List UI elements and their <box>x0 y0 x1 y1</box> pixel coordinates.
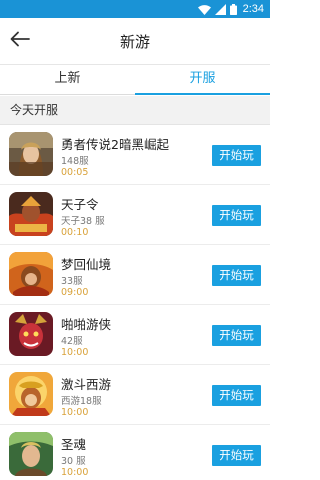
play-button[interactable]: 开始玩 <box>212 325 261 346</box>
game-name: 圣魂 <box>61 437 87 452</box>
game-name: 勇者传说2暗黑崛起 <box>61 137 169 152</box>
game-name: 梦回仙境 <box>61 257 112 272</box>
elf-warrior-icon <box>9 432 53 476</box>
app-bar: 新游 <box>0 18 270 64</box>
game-open-time: 10:00 <box>61 407 89 418</box>
list-item[interactable]: 勇者传说2暗黑崛起 148服 00:05 开始玩 <box>0 125 270 185</box>
list-item[interactable]: 天子令 天子38 服 00:10 开始玩 <box>0 185 270 245</box>
tab-new-games[interactable]: 上新 <box>0 65 135 94</box>
warrior-princess-icon <box>9 132 53 176</box>
fire-monkey-icon <box>9 252 53 296</box>
section-header-today: 今天开服 <box>0 96 270 125</box>
game-server: 30 服 <box>61 456 86 467</box>
battery-icon <box>229 0 237 19</box>
list-item[interactable]: 啪啪游侠 42服 10:00 开始玩 <box>0 305 270 365</box>
game-server: 33服 <box>61 276 83 287</box>
game-server: 42服 <box>61 336 83 347</box>
red-demon-icon <box>9 312 53 356</box>
wifi-icon <box>197 0 211 19</box>
game-list: 勇者传说2暗黑崛起 148服 00:05 开始玩 天子令 天子38 服 00:1… <box>0 125 270 480</box>
game-open-time: 00:10 <box>61 227 89 238</box>
game-name: 啪啪游侠 <box>61 317 112 332</box>
game-server: 148服 <box>61 156 89 167</box>
status-time: 2:34 <box>242 3 264 15</box>
list-item[interactable]: 激斗西游 西游18服 10:00 开始玩 <box>0 365 270 425</box>
page-title: 新游 <box>119 33 150 51</box>
tab-bar: 上新 开服 <box>0 64 270 95</box>
fire-warrior-icon <box>9 192 53 236</box>
game-server: 西游18服 <box>61 396 102 407</box>
game-open-time: 10:00 <box>61 467 89 478</box>
game-open-time: 10:00 <box>61 347 89 358</box>
game-name: 天子令 <box>61 197 99 212</box>
tab-server-open[interactable]: 开服 <box>135 65 270 95</box>
status-icons: 2:34 <box>197 0 264 19</box>
list-item[interactable]: 梦回仙境 33服 09:00 开始玩 <box>0 245 270 305</box>
game-server: 天子38 服 <box>61 216 105 227</box>
game-open-time: 00:05 <box>61 167 89 178</box>
play-button[interactable]: 开始玩 <box>212 265 261 286</box>
monkey-king-icon <box>9 372 53 416</box>
play-button[interactable]: 开始玩 <box>212 445 261 466</box>
play-button[interactable]: 开始玩 <box>212 205 261 226</box>
status-bar: 2:34 <box>0 0 270 18</box>
game-name: 激斗西游 <box>61 377 112 392</box>
play-button[interactable]: 开始玩 <box>212 145 261 166</box>
list-item[interactable]: 圣魂 30 服 10:00 开始玩 <box>0 425 270 480</box>
play-button[interactable]: 开始玩 <box>212 385 261 406</box>
game-open-time: 09:00 <box>61 287 89 298</box>
signal-icon <box>214 0 226 19</box>
